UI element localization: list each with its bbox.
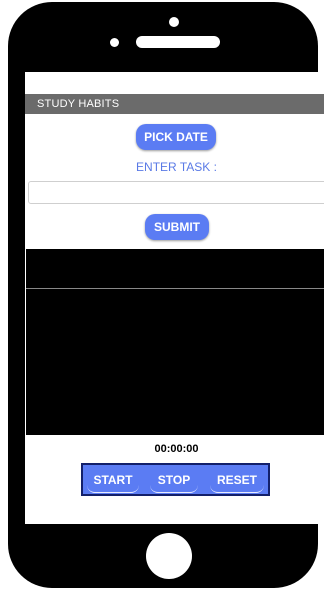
timer-display: 00:00:00 — [154, 443, 199, 455]
reset-button[interactable]: RESET — [210, 469, 264, 493]
mute-switch — [12, 110, 18, 136]
volume-down-button — [12, 206, 18, 250]
timer-controls: START STOP RESET — [81, 463, 270, 496]
camera-icon — [169, 17, 179, 27]
volume-up-button — [12, 154, 18, 198]
speaker-grille — [136, 36, 220, 48]
app-title: STUDY HABITS — [37, 98, 120, 110]
start-button[interactable]: START — [87, 469, 139, 493]
task-list — [26, 249, 324, 435]
task-input[interactable] — [28, 181, 324, 204]
pick-date-button[interactable]: PICK DATE — [136, 124, 216, 150]
app-screen: STUDY HABITS PICK DATE ENTER TASK : SUBM… — [25, 72, 324, 524]
app-titlebar: STUDY HABITS — [25, 94, 324, 114]
submit-button[interactable]: SUBMIT — [145, 214, 209, 240]
sensor-icon — [110, 38, 119, 47]
list-divider — [26, 288, 324, 289]
phone-frame: STUDY HABITS PICK DATE ENTER TASK : SUBM… — [8, 2, 324, 588]
home-button[interactable] — [146, 533, 192, 579]
stop-button[interactable]: STOP — [150, 469, 198, 493]
enter-task-label: ENTER TASK : — [136, 160, 217, 174]
